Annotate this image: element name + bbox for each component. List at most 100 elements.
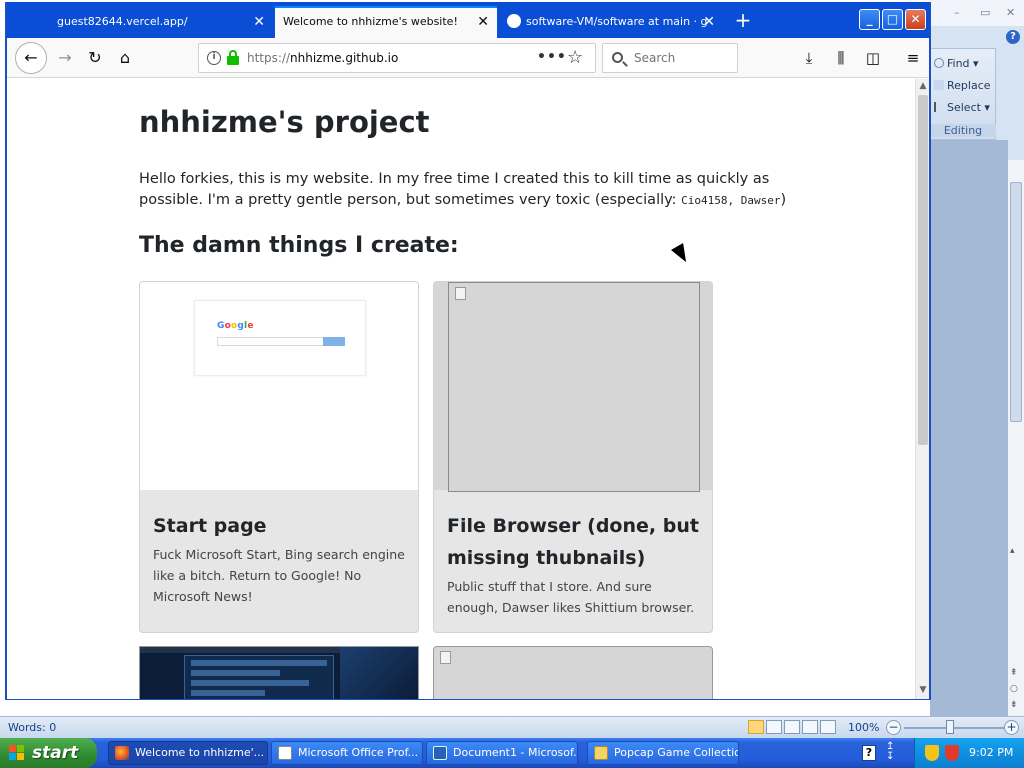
zoom-out-button[interactable]: − [886,720,901,735]
broken-image [448,282,700,492]
find-button[interactable]: Find ▾ [934,57,979,70]
google-search-button [323,337,345,346]
start-button[interactable]: start [0,738,97,768]
search-icon [612,52,623,63]
binoculars-icon [934,58,944,68]
prev-page-icon[interactable]: ⇞ [1010,668,1018,678]
forward-button[interactable]: → [51,44,79,72]
select-button[interactable]: Select ▾ [934,101,990,114]
navigation-toolbar: ← → ↻ ⌂ i https://nhhizme.github.io ••• … [7,38,929,78]
project-card-broken-thumbnail[interactable] [433,646,713,699]
close-window-button[interactable]: ✕ [905,9,926,30]
bookmark-star-icon[interactable]: ☆ [567,46,583,70]
word-scroll-thumb[interactable] [1010,182,1022,422]
github-icon [507,14,521,28]
info-icon[interactable]: i [207,51,221,65]
draft-icon[interactable] [820,720,836,734]
word-icon [433,746,447,760]
project-card-file-browser[interactable]: File Browser (done, but missing thubnail… [433,281,713,633]
zoom-slider-thumb[interactable] [946,720,954,734]
minimize-button[interactable]: _ [859,9,880,30]
close-tab-icon[interactable]: ✕ [253,6,265,38]
folder-icon [594,746,608,760]
download-icon: ⤓ [805,49,813,67]
scroll-thumb[interactable] [918,95,928,445]
scroll-up-icon[interactable]: ▲ [918,81,928,91]
print-layout-icon[interactable] [748,720,764,734]
url-text[interactable]: https://nhhizme.github.io [247,44,398,72]
card-thumbnail[interactable] [434,282,712,492]
firefox-icon [115,746,129,760]
google-screenshot: Google [194,300,366,376]
library-button[interactable]: ⫼ [827,44,855,72]
new-tab-button[interactable]: + [731,6,755,34]
card-title: File Browser (done, but missing thubnail… [447,515,699,569]
tab-github-software[interactable]: software-VM/software at main · g ✕ [499,6,723,38]
hamburger-menu-icon: ≡ [906,49,920,67]
security-shield-icon[interactable] [925,745,939,761]
tab-guest-vercel[interactable]: guest82644.vercel.app/ ✕ [49,6,273,38]
replace-button[interactable]: Replace [934,79,991,92]
word-scroll-up-icon[interactable]: ▴ [1010,546,1015,556]
page-vertical-scrollbar[interactable]: ▲ ▼ [915,79,929,699]
editing-group-label: Editing [930,124,996,137]
terminal-screenshot [184,655,334,699]
browse-object-icon[interactable]: ○ [1010,684,1018,694]
card-thumbnail[interactable]: Google [140,282,418,490]
maximize-button[interactable]: □ [882,9,903,30]
help-icon[interactable]: ? [1006,30,1020,44]
url-bar[interactable]: i https://nhhizme.github.io ••• ☆ [198,43,596,73]
system-tray: 9:02 PM [914,738,1024,768]
word-restore-icon[interactable]: ▭ [980,6,990,19]
full-screen-reading-icon[interactable] [766,720,782,734]
tab-nhhizme-website[interactable]: Welcome to nhhizme's website! ✕ [275,6,497,38]
page-actions-menu-icon[interactable]: ••• [537,44,567,70]
page-title: nhhizme's project [139,105,430,139]
home-icon: ⌂ [119,48,131,67]
project-card-start-page[interactable]: Google Start page Fuck Microsoft Start, … [139,281,419,633]
menu-button[interactable]: ≡ [899,44,927,72]
sidebar-button[interactable]: ◫ [859,44,887,72]
taskbar-item-office[interactable]: Microsoft Office Prof... [271,741,423,765]
section-heading: The damn things I create: [139,233,459,258]
intro-paragraph: Hello forkies, this is my website. In my… [139,171,787,208]
tray-arrows-icon[interactable]: ↥ ↧ [886,742,894,762]
sidebar-icon: ◫ [865,49,881,67]
word-document-area[interactable] [930,140,1008,716]
windows-logo-icon [9,745,25,761]
intro-code: Cio4158, Dawser [681,194,781,207]
word-count[interactable]: Words: 0 [8,721,56,734]
arrow-left-icon: ← [24,48,38,67]
reload-button[interactable]: ↻ [81,44,109,72]
downloads-button[interactable]: ⤓ [795,44,823,72]
web-layout-icon[interactable] [784,720,800,734]
help-tray-icon[interactable]: ? [862,745,876,761]
zoom-slider-track[interactable] [904,727,1004,729]
next-page-icon[interactable]: ⇟ [1010,700,1018,710]
alert-shield-icon[interactable] [945,745,959,761]
home-button[interactable]: ⌂ [111,44,139,72]
close-tab-icon[interactable]: ✕ [477,8,489,36]
outline-icon[interactable] [802,720,818,734]
word-vertical-scrollbar[interactable] [1008,160,1024,716]
word-close-icon[interactable]: ✕ [1006,6,1015,19]
card-description: Fuck Microsoft Start, Bing search engine… [153,547,405,604]
close-tab-icon[interactable]: ✕ [703,6,715,38]
search-bar[interactable]: Search [602,43,738,73]
replace-icon [934,80,944,90]
back-button[interactable]: ← [15,42,47,74]
taskbar-item-word-document[interactable]: Document1 - Microsof... [426,741,578,765]
word-window: – ▭ ✕ ? Find ▾ Replace Select ▾ Editing … [930,0,1024,716]
google-logo: Google [217,321,254,331]
clock[interactable]: 9:02 PM [969,738,1013,768]
zoom-in-button[interactable]: + [1004,720,1019,735]
taskbar-item-popcap[interactable]: Popcap Game Collection [587,741,739,765]
scroll-down-icon[interactable]: ▼ [918,685,928,695]
lock-icon[interactable] [227,50,239,66]
zoom-level[interactable]: 100% [848,721,879,734]
taskbar-item-firefox[interactable]: Welcome to nhhizme'... [108,741,268,765]
editing-ribbon-group: Find ▾ Replace Select ▾ Editing [930,48,996,140]
word-minimize-icon[interactable]: – [954,6,960,19]
page-content[interactable]: nhhizme's project Hello forkies, this is… [7,79,915,699]
project-card-terminal-thumbnail[interactable] [139,646,419,699]
